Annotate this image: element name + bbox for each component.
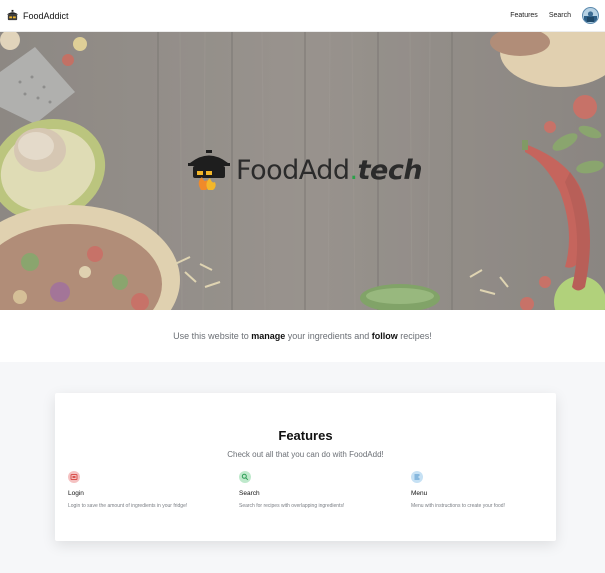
features-subtitle: Check out all that you can do with FoodA… — [227, 450, 384, 459]
tagline: Use this website to manage your ingredie… — [173, 331, 432, 341]
tagline-post: recipes! — [397, 331, 432, 341]
feature-search-title: Search — [239, 490, 260, 497]
feature-search-desc: Search for recipes with overlapping ingr… — [239, 503, 345, 509]
tagline-pre: Use this website to — [173, 331, 252, 341]
tagline-follow: follow — [371, 331, 398, 341]
navbar: FoodAddict Features Search — [0, 0, 605, 32]
list-icon — [411, 471, 423, 483]
tagline-manage: manage — [251, 331, 286, 341]
hero-banner: FoodAdd.tech — [0, 32, 605, 310]
feature-login: Login Login to save the amount of ingred… — [68, 471, 228, 509]
hero-logo: FoodAdd.tech — [188, 150, 423, 190]
tagline-section: Use this website to manage your ingredie… — [0, 310, 605, 362]
brand-name: FoodAddict — [23, 10, 69, 21]
hero-logo-dot: . — [349, 154, 359, 186]
feature-menu-desc: Menu with instructions to create your fo… — [411, 503, 505, 509]
feature-menu-title: Menu — [411, 490, 428, 497]
features-card: Features Check out all that you can do w… — [55, 393, 556, 541]
fridge-icon — [68, 471, 80, 483]
hero-logo-text: FoodAdd.tech — [236, 154, 423, 186]
hero-logo-tld: tech — [357, 154, 423, 186]
pot-logo-icon — [188, 150, 230, 190]
feature-menu: Menu Menu with instructions to create yo… — [411, 471, 571, 509]
search-icon — [239, 471, 251, 483]
user-avatar-icon — [584, 11, 597, 22]
nav-link-search[interactable]: Search — [549, 12, 571, 19]
hero-logo-main: FoodAdd — [236, 154, 350, 186]
avatar[interactable] — [582, 7, 599, 24]
feature-search: Search Search for recipes with overlappi… — [239, 471, 399, 509]
nav-link-features[interactable]: Features — [510, 12, 538, 19]
chef-logo-icon — [6, 9, 19, 21]
features-title: Features — [278, 428, 333, 443]
brand-link[interactable]: FoodAddict — [6, 9, 69, 22]
tagline-mid: your ingredients and — [285, 331, 372, 341]
feature-login-desc: Login to save the amount of ingredients … — [68, 503, 188, 509]
feature-login-title: Login — [68, 490, 84, 497]
